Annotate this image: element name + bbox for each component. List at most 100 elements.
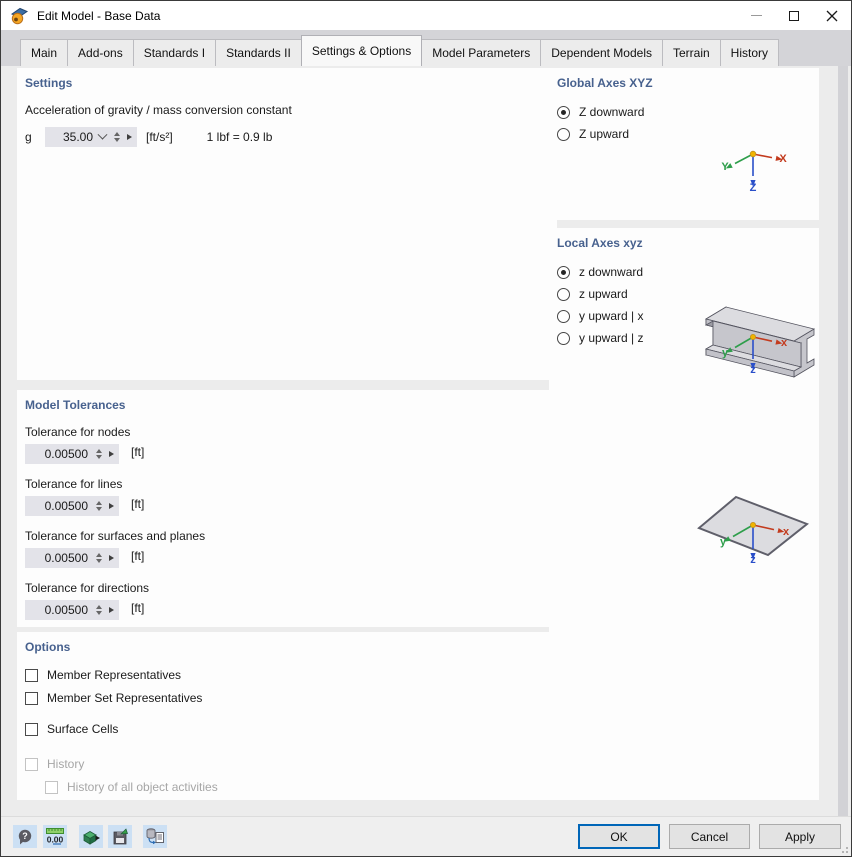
tab-standards-1[interactable]: Standards I: [132, 39, 217, 66]
tab-settings-and-options[interactable]: Settings & Options: [300, 35, 423, 66]
spinner-control[interactable]: [96, 605, 102, 615]
tolerance-directions-label: Tolerance for directions: [25, 581, 150, 595]
radio-global-z-downward[interactable]: Z downward: [557, 103, 819, 121]
maximize-button[interactable]: [775, 1, 813, 30]
tolerance-lines-unit: [ft]: [131, 496, 145, 511]
svg-text:?: ?: [22, 831, 28, 841]
tab-main[interactable]: Main: [20, 39, 69, 66]
checkbox-icon: [25, 757, 38, 771]
radio-local-z-downward[interactable]: z downward: [557, 263, 819, 281]
local-axes-header: Local Axes xyz: [557, 236, 643, 250]
ok-button[interactable]: OK: [578, 824, 660, 849]
radio-label: Z downward: [579, 105, 645, 119]
spin-down-icon[interactable]: [96, 507, 102, 511]
tab-model-parameters[interactable]: Model Parameters: [421, 39, 542, 66]
tolerance-surfaces-value[interactable]: 0.00500: [30, 551, 92, 565]
gravity-combobox[interactable]: 35.00: [45, 127, 137, 147]
radio-label: y upward | z: [579, 331, 644, 345]
cancel-button[interactable]: Cancel: [669, 824, 750, 849]
spin-down-icon[interactable]: [96, 455, 102, 459]
spin-up-icon[interactable]: [96, 605, 102, 609]
decimal-places-icon: 0.00: [46, 828, 64, 845]
spinner-control[interactable]: [96, 553, 102, 563]
radio-local-y-upward-x[interactable]: y upward | x: [557, 307, 819, 325]
global-axes-diagram: X Y Z: [721, 150, 787, 194]
tab-add-ons[interactable]: Add-ons: [67, 39, 134, 66]
tolerance-nodes-value[interactable]: 0.00500: [30, 447, 92, 461]
close-button[interactable]: [813, 1, 851, 30]
tab-dependent-models[interactable]: Dependent Models: [540, 39, 663, 66]
help-icon: ?: [18, 829, 32, 844]
copy-settings-button[interactable]: [143, 825, 167, 848]
spin-up-icon[interactable]: [96, 449, 102, 453]
chevron-down-icon[interactable]: [97, 129, 108, 140]
local-axes-panel: Local Axes xyz z downward z upward y upw…: [549, 228, 819, 800]
spinner-control[interactable]: [114, 132, 120, 142]
radio-icon[interactable]: [557, 331, 570, 345]
tolerance-nodes-label: Tolerance for nodes: [25, 425, 131, 439]
settings-panel: Settings Acceleration of gravity / mass …: [17, 68, 557, 380]
svg-text:y: y: [722, 347, 729, 359]
title-bar: Edit Model - Base Data: [1, 1, 851, 30]
spin-up-icon[interactable]: [114, 132, 120, 136]
tolerance-directions-field[interactable]: 0.00500: [25, 600, 119, 620]
parameter-picker-icon[interactable]: [109, 503, 114, 509]
checkbox-icon[interactable]: [25, 668, 38, 682]
options-header: Options: [25, 640, 71, 654]
tolerance-nodes-field[interactable]: 0.00500: [25, 444, 119, 464]
import-settings-button[interactable]: [79, 825, 103, 848]
parameter-picker-icon[interactable]: [109, 451, 114, 457]
radio-icon[interactable]: [557, 265, 570, 279]
spin-up-icon[interactable]: [96, 501, 102, 505]
copy-settings-icon: [146, 828, 164, 845]
minimize-button[interactable]: [737, 1, 775, 30]
checkbox-member-set-representatives[interactable]: Member Set Representatives: [25, 691, 557, 705]
tab-standards-2[interactable]: Standards II: [215, 39, 302, 66]
model-tolerances-panel: Model Tolerances Tolerance for nodes 0.0…: [17, 390, 557, 627]
radio-local-y-upward-z[interactable]: y upward | z: [557, 329, 819, 347]
tolerance-lines-field[interactable]: 0.00500: [25, 496, 119, 516]
tab-history[interactable]: History: [719, 39, 780, 66]
svg-text:0.00: 0.00: [47, 835, 64, 845]
radio-icon[interactable]: [557, 127, 570, 141]
radio-global-z-upward[interactable]: Z upward: [557, 125, 819, 143]
tolerance-directions-value[interactable]: 0.00500: [30, 603, 92, 617]
help-button[interactable]: ?: [13, 825, 37, 848]
spinner-control[interactable]: [96, 501, 102, 511]
minimize-icon: [750, 15, 762, 16]
save-as-default-button[interactable]: [108, 825, 132, 848]
svg-text:X: X: [779, 153, 787, 165]
checkbox-label: History of all object activities: [67, 780, 218, 794]
parameter-picker-icon[interactable]: [127, 134, 132, 140]
edit-model-dialog: Edit Model - Base Data Main Add-ons Stan…: [0, 0, 852, 857]
radio-label: z downward: [579, 265, 644, 279]
radio-local-z-upward[interactable]: z upward: [557, 285, 819, 303]
maximize-icon: [789, 10, 799, 21]
spin-up-icon[interactable]: [96, 553, 102, 557]
units-decimal-places-button[interactable]: 0.00: [43, 825, 67, 848]
spinner-control[interactable]: [96, 449, 102, 459]
parameter-picker-icon[interactable]: [109, 555, 114, 561]
apply-button[interactable]: Apply: [759, 824, 841, 849]
gravity-value[interactable]: 35.00: [50, 130, 97, 144]
spin-down-icon[interactable]: [96, 559, 102, 563]
tolerance-surfaces-field[interactable]: 0.00500: [25, 548, 119, 568]
svg-text:y: y: [720, 536, 727, 548]
checkbox-member-representatives[interactable]: Member Representatives: [25, 668, 557, 682]
global-axes-panel: Global Axes XYZ Z downward Z upward X Y: [549, 68, 819, 220]
gravity-label: Acceleration of gravity / mass conversio…: [25, 103, 292, 117]
radio-icon[interactable]: [557, 105, 570, 119]
radio-icon[interactable]: [557, 309, 570, 323]
checkbox-history-all-activities: History of all object activities: [45, 780, 557, 794]
tab-terrain[interactable]: Terrain: [661, 39, 721, 66]
scrollbar[interactable]: [838, 66, 848, 816]
parameter-picker-icon[interactable]: [109, 607, 114, 613]
checkbox-surface-cells[interactable]: Surface Cells: [25, 722, 557, 736]
resize-grip[interactable]: [838, 843, 848, 853]
checkbox-icon[interactable]: [25, 691, 38, 705]
spin-down-icon[interactable]: [96, 611, 102, 615]
radio-icon[interactable]: [557, 287, 570, 301]
tolerance-lines-value[interactable]: 0.00500: [30, 499, 92, 513]
spin-down-icon[interactable]: [114, 138, 120, 142]
checkbox-icon[interactable]: [25, 722, 38, 736]
